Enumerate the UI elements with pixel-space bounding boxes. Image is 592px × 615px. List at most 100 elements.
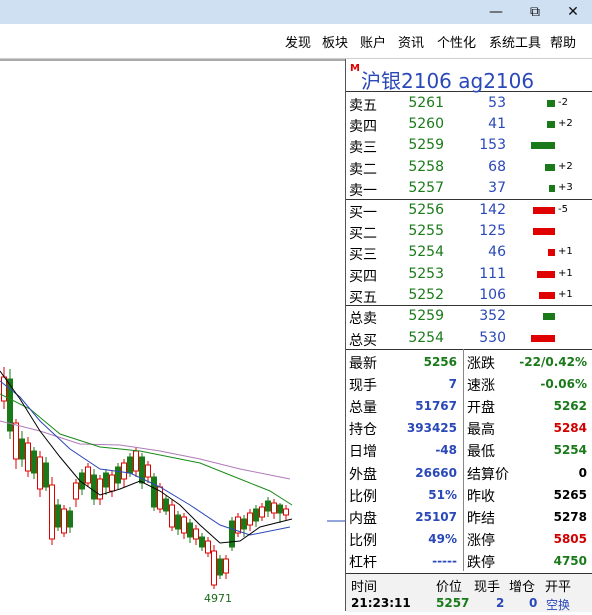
stat-7: 最高 5284 — [464, 416, 592, 438]
candle-body — [217, 558, 223, 576]
close-button[interactable]: ✕ — [562, 3, 584, 21]
stat-1: 涨跌 -22/0.42% — [464, 350, 592, 372]
ask-level-5[interactable]: 卖五 5261 53 -2 — [346, 93, 592, 114]
candle-body — [175, 514, 181, 530]
candle-body — [43, 462, 49, 488]
menu-bar: 发现 板块 账户 资讯 个性化 系统工具 帮助 — [0, 24, 592, 59]
candle-body — [259, 506, 265, 518]
stat-label: 跌停 — [467, 554, 495, 571]
stat-label: 日增 — [349, 444, 377, 461]
stat-13: 昨收 5265 — [464, 483, 592, 505]
menu-news[interactable]: 资讯 — [398, 32, 424, 51]
kline-chart[interactable]: 4971 — [0, 59, 345, 611]
stat-0: 最新 5256 — [346, 350, 463, 372]
level-change: -2 — [558, 97, 568, 108]
ask-level-4[interactable]: 卖四 5260 41 +2 — [346, 114, 592, 135]
menu-sectors[interactable]: 板块 — [322, 32, 348, 51]
restore-button[interactable]: ⧉ — [524, 3, 546, 21]
stat-11: 结算价 0 — [464, 461, 592, 483]
stat-16: 比例 49% — [346, 527, 463, 549]
stat-label: 持仓 — [349, 422, 377, 439]
candle-body — [109, 474, 115, 492]
level-volume: 153 — [479, 137, 506, 154]
level-volume: 37 — [488, 179, 506, 196]
candle-body — [283, 508, 289, 516]
stat-value: 5265 — [553, 487, 587, 502]
stat-value: 51767 — [415, 399, 457, 414]
level-volume-bar — [548, 249, 555, 257]
stat-2: 现手 7 — [346, 372, 463, 394]
stat-value: 51% — [428, 487, 457, 502]
minimize-button[interactable]: — — [485, 3, 507, 21]
level-label: 总买 — [349, 332, 377, 349]
level-price: 5259 — [408, 137, 444, 154]
stat-value: 5262 — [553, 399, 587, 414]
stat-15: 昨结 5278 — [464, 505, 592, 527]
candle-body — [19, 438, 25, 460]
stat-value: -48 — [435, 443, 457, 458]
level-volume: 53 — [488, 95, 506, 111]
stat-3: 速涨 -0.06% — [464, 372, 592, 394]
total-ask[interactable]: 总卖 5259 352 — [346, 306, 592, 327]
ask-level-3[interactable]: 卖三 5259 153 — [346, 135, 592, 156]
ask-level-1[interactable]: 卖一 5257 37 +3 — [346, 178, 592, 199]
total-bid[interactable]: 总买 5254 530 — [346, 328, 592, 349]
stat-value: 26660 — [415, 465, 457, 480]
stat-19: 跌停 4750 — [464, 549, 592, 571]
stat-label: 内盘 — [349, 510, 377, 527]
stat-12: 比例 51% — [346, 483, 463, 505]
candle-body — [85, 466, 91, 484]
stat-label: 结算价 — [467, 466, 509, 483]
stat-value: 393425 — [406, 421, 457, 436]
bid-level-4[interactable]: 买四 5253 111 +1 — [346, 264, 592, 285]
bid-level-5[interactable]: 买五 5252 106 +1 — [346, 285, 592, 306]
level-change: +1 — [558, 288, 573, 300]
level-volume-bar — [539, 291, 555, 299]
ask-level-2[interactable]: 卖二 5258 68 +2 — [346, 157, 592, 178]
candle-body — [61, 508, 67, 534]
stat-value: -22/0.42% — [519, 355, 587, 369]
level-volume-bar — [533, 207, 555, 214]
candle-body — [271, 502, 277, 514]
stat-label: 涨跌 — [467, 356, 495, 372]
level-change: +1 — [558, 246, 573, 258]
candle-body — [13, 422, 19, 460]
candle-body — [55, 504, 61, 528]
level-volume-bar — [545, 163, 555, 171]
bid-level-3[interactable]: 买三 5254 46 +1 — [346, 242, 592, 263]
menu-personalize[interactable]: 个性化 — [437, 32, 476, 51]
stat-4: 总量 51767 — [346, 394, 463, 416]
menu-system-tools[interactable]: 系统工具 — [489, 32, 541, 51]
candle-body — [169, 504, 175, 528]
stat-label: 昨收 — [467, 488, 495, 505]
menu-discover[interactable]: 发现 — [285, 32, 311, 51]
level-price: 5254 — [408, 244, 444, 261]
candle-body — [49, 484, 55, 540]
level-volume-bar — [533, 228, 555, 236]
candle-body — [241, 518, 247, 530]
level-label: 买五 — [349, 289, 377, 306]
bid-level-1[interactable]: 买一 5256 142 -5 — [346, 200, 592, 221]
bid-level-2[interactable]: 买二 5255 125 — [346, 221, 592, 242]
candle-body — [73, 482, 79, 500]
candle-body — [91, 474, 97, 500]
title-bar: — ⧉ ✕ — [0, 0, 592, 24]
kline-svg: 4971 — [0, 59, 345, 605]
stat-value: 25107 — [415, 509, 457, 524]
stat-10: 外盘 26660 — [346, 461, 463, 483]
tick-open-close: 空换 — [546, 598, 571, 612]
candle-body — [103, 472, 109, 488]
level-price: 5252 — [408, 286, 444, 303]
menu-account[interactable]: 账户 — [360, 32, 386, 51]
stat-14: 内盘 25107 — [346, 505, 463, 527]
level-change: +1 — [558, 267, 573, 279]
stat-value: -0.06% — [540, 377, 587, 392]
stat-label: 现手 — [349, 378, 377, 395]
candle-body — [223, 558, 229, 574]
candle-body — [115, 466, 121, 484]
level-label: 卖三 — [349, 140, 377, 157]
ma-mid-line — [0, 393, 293, 506]
level-change: +2 — [558, 160, 573, 172]
menu-help[interactable]: 帮助 — [550, 32, 576, 51]
stat-label: 比例 — [349, 488, 377, 505]
